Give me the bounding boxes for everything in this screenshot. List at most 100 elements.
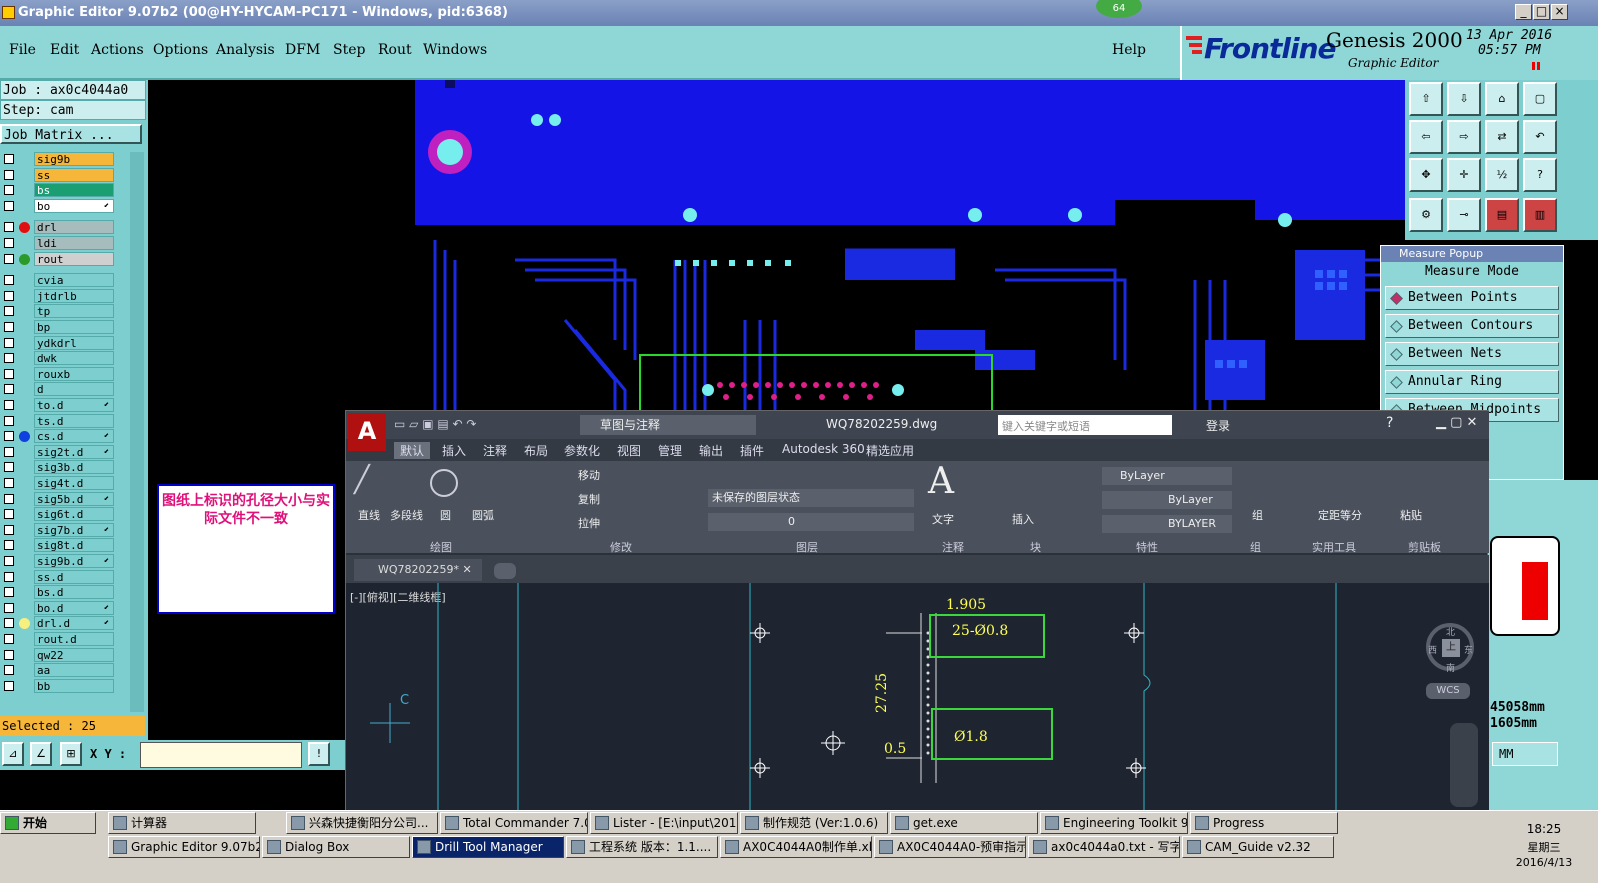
minimize-button[interactable]: _ (1515, 4, 1532, 20)
layer-checkbox[interactable] (4, 478, 14, 488)
start-button[interactable]: 开始 (0, 812, 96, 834)
zoom-down-icon[interactable]: ⇩ (1447, 82, 1481, 116)
task-engineering-toolkit[interactable]: Engineering Toolkit 9.0... (1040, 812, 1188, 834)
layer-checkbox[interactable] (4, 415, 14, 426)
task-drill-tool-manager[interactable]: Drill Tool Manager (412, 836, 564, 858)
task-cam-guide[interactable]: CAM_Guide v2.32 (1182, 836, 1334, 858)
tab-manage[interactable]: 管理 (658, 442, 682, 459)
layer-row-qw22[interactable]: qw22 (0, 647, 118, 662)
layer-checkbox[interactable] (4, 509, 14, 520)
layer-row-sig6t-d[interactable]: sig6t.d (0, 507, 118, 522)
navigation-bar[interactable] (1450, 723, 1478, 807)
layer-row-bs-d[interactable]: bs.d (0, 585, 118, 600)
layer-checkbox[interactable] (4, 222, 14, 233)
group-tool-label[interactable]: 组 (1252, 507, 1263, 523)
layer-checkbox[interactable] (4, 275, 14, 286)
layer-state-dropdown[interactable]: 未保存的图层状态 (708, 489, 914, 507)
layer-row-sig3b-d[interactable]: sig3b.d (0, 460, 118, 475)
layer-checkbox[interactable] (4, 322, 14, 332)
layer-row-jtdrlb[interactable]: jtdrlb (0, 288, 118, 303)
layer-row-d[interactable]: d (0, 382, 118, 397)
menu-edit[interactable]: Edit (50, 42, 79, 58)
xy-view-icon[interactable]: ▢ (1523, 82, 1557, 116)
layer-checkbox[interactable] (4, 400, 14, 410)
layer-checkbox[interactable] (4, 602, 14, 613)
task-engineering-system[interactable]: 工程系统 版本：1.1.... (566, 836, 718, 858)
unit-selector[interactable]: MM (1492, 742, 1558, 766)
layer-checkbox[interactable] (4, 238, 14, 248)
help-query-icon[interactable]: ? (1523, 158, 1557, 192)
layer-row-ss[interactable]: ss (0, 167, 118, 182)
line-icon[interactable]: ╱ (354, 465, 370, 495)
layer-checkbox[interactable] (4, 353, 14, 364)
close-button[interactable]: × (1551, 4, 1568, 20)
layer-row-bo[interactable]: bo ⬋ (0, 198, 118, 213)
layer-checkbox[interactable] (4, 571, 14, 582)
circle-tool-label[interactable]: 圆 (440, 507, 451, 523)
layer-checkbox[interactable] (4, 462, 14, 473)
new-tab-icon[interactable] (494, 563, 516, 579)
layer-checkbox[interactable] (4, 253, 14, 264)
polyline-tool-label[interactable]: 多段线 (390, 507, 423, 523)
layer-checkbox[interactable] (4, 368, 14, 379)
system-clock[interactable]: 18:25 星期三 2016/4/13 (1490, 818, 1598, 878)
layer-row-bb[interactable]: bb (0, 678, 118, 693)
maximize-button[interactable]: □ (1533, 4, 1550, 20)
layer-checkbox[interactable] (4, 524, 14, 535)
workspace-dropdown[interactable]: 草图与注释 (580, 415, 756, 435)
layer-checkbox[interactable] (4, 306, 14, 317)
layer-row-sig4t-d[interactable]: sig4t.d (0, 476, 118, 490)
measure-option-between-points[interactable]: Between Points (1385, 286, 1559, 310)
cad-drawing-area[interactable]: [-][俯视][二维线框] 1.905 25-Ø0.8 27.25 0.5 Ø1… (346, 583, 1489, 811)
zoom-home-icon[interactable]: ⇧ (1409, 82, 1443, 116)
task-spec[interactable]: 制作规范 (Ver:1.0.6) (740, 812, 888, 834)
layer-row-to-d[interactable]: to.d ⬋ (0, 398, 118, 412)
quick-access-icons[interactable]: ▭ ▱ ▣ ▤ ↶ ↷ (394, 417, 476, 431)
layer-row-sig9b-d[interactable]: sig9b.d ⬋ (0, 554, 118, 568)
line-tool-label[interactable]: 直线 (358, 507, 380, 523)
layer-checkbox[interactable] (4, 337, 14, 348)
tab-insert[interactable]: 插入 (442, 442, 466, 459)
pan-left-icon[interactable]: ⇦ (1409, 120, 1443, 154)
measure-option-annular-ring[interactable]: Annular Ring (1385, 370, 1559, 394)
pause-icon[interactable] (1532, 62, 1540, 70)
layer-row-sig7b-d[interactable]: sig7b.d ⬋ (0, 522, 118, 537)
layer-row-bo-d[interactable]: bo.d ⬋ (0, 600, 118, 615)
layer-row-sig8t-d[interactable]: sig8t.d (0, 538, 118, 553)
menu-rout[interactable]: Rout (378, 42, 412, 58)
copy-tool-label[interactable]: 复制 (578, 491, 600, 507)
text-icon[interactable]: A (928, 461, 954, 502)
task-review-doc[interactable]: AX0C4044A0-预审指示... (874, 836, 1026, 858)
layer-checkbox[interactable] (4, 431, 14, 442)
doc-tab[interactable]: WQ78202259* ✕ (354, 559, 482, 581)
measure-option-between-contours[interactable]: Between Contours (1385, 314, 1559, 338)
viewcube-compass[interactable]: 北 南 东 西 上 (1426, 623, 1474, 674)
task-graphic-editor[interactable]: Graphic Editor 9.07b2 (... (108, 836, 260, 858)
layer-checkbox[interactable] (4, 649, 14, 660)
help-circle-icon[interactable]: ? (1386, 415, 1393, 431)
task-calculator[interactable]: 计算器 (108, 812, 256, 834)
task-lister[interactable]: Lister - [E:\input\2016... (590, 812, 738, 834)
layer-checkbox[interactable] (4, 384, 14, 395)
task-progress[interactable]: Progress (1190, 812, 1338, 834)
scale-icon[interactable]: ½ (1485, 158, 1519, 192)
task-xingsen[interactable]: 兴森快捷衡阳分公司... (286, 812, 438, 834)
layer-checkbox[interactable] (4, 618, 14, 629)
layer-checkbox[interactable] (4, 446, 14, 457)
tab-layout[interactable]: 布局 (524, 442, 548, 459)
current-layer-dropdown[interactable]: 0 (708, 513, 914, 531)
tab-annotate[interactable]: 注释 (483, 442, 507, 459)
tab-featured-apps[interactable]: 精选应用 (866, 442, 914, 459)
pan-right-icon[interactable]: ⇨ (1447, 120, 1481, 154)
layer-row-cs-d[interactable]: cs.d ⬋ (0, 429, 118, 444)
tab-parametric[interactable]: 参数化 (564, 442, 600, 459)
layer-up-icon[interactable]: ▤ (1485, 198, 1519, 232)
login-label[interactable]: 登录 (1206, 417, 1230, 434)
layer-checkbox[interactable] (4, 200, 14, 211)
layer-checkbox[interactable] (4, 540, 14, 551)
menu-file[interactable]: File (9, 42, 36, 58)
undo-icon[interactable]: ↶ (1523, 120, 1557, 154)
task-total-commander[interactable]: Total Commander 7.0 ... (440, 812, 588, 834)
menu-options[interactable]: Options (153, 42, 208, 58)
tab-view[interactable]: 视图 (617, 442, 641, 459)
